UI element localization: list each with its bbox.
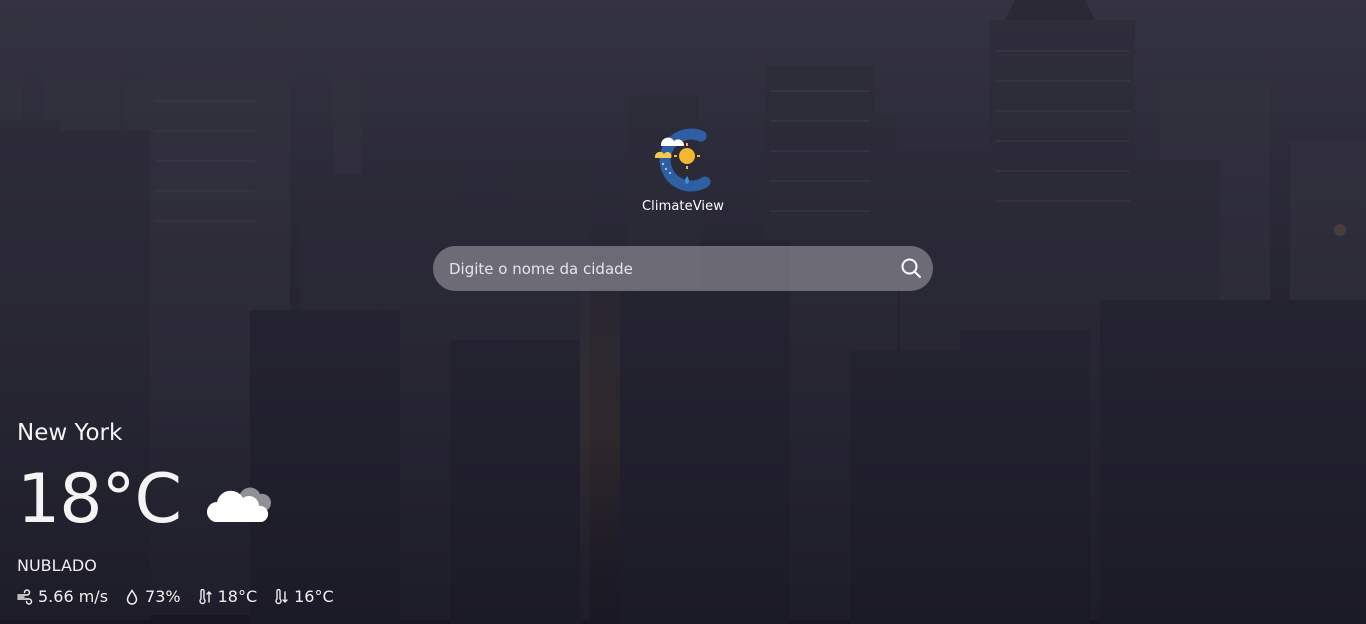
wind-stat: 5.66 m/s <box>17 587 108 606</box>
city-search-input[interactable] <box>433 246 888 291</box>
brand: ClimateView <box>633 126 733 214</box>
thermometer-up-icon <box>198 588 212 604</box>
city-name: New York <box>17 420 123 446</box>
app-background: ClimateView New York 18°C NUBLADO <box>0 0 1366 624</box>
weather-panel: New York 18°C NUBLADO 5.66 m/s 73% 18°C … <box>17 416 334 606</box>
weather-description: NUBLADO <box>17 556 97 575</box>
temp-max-stat: 18°C <box>197 587 258 606</box>
humidity-value: 73% <box>145 587 181 606</box>
droplet-icon <box>126 588 138 605</box>
temperature-row: 18°C <box>17 460 277 540</box>
app-name: ClimateView <box>642 199 724 214</box>
thermometer-down-icon <box>275 588 288 604</box>
humidity-stat: 73% <box>124 587 181 606</box>
temp-min-value: 16°C <box>294 587 334 606</box>
current-temperature: 18°C <box>17 460 182 539</box>
wind-icon <box>17 588 33 605</box>
search-icon[interactable] <box>899 256 923 280</box>
wind-speed: 5.66 m/s <box>38 587 109 606</box>
temp-max-value: 18°C <box>217 587 258 606</box>
temp-min-stat: 16°C <box>273 587 334 606</box>
search-bar <box>433 246 933 291</box>
weather-stats: 5.66 m/s 73% 18°C 16°C <box>17 587 350 606</box>
cloudy-icon <box>207 487 272 523</box>
climateview-logo-icon <box>655 128 711 192</box>
